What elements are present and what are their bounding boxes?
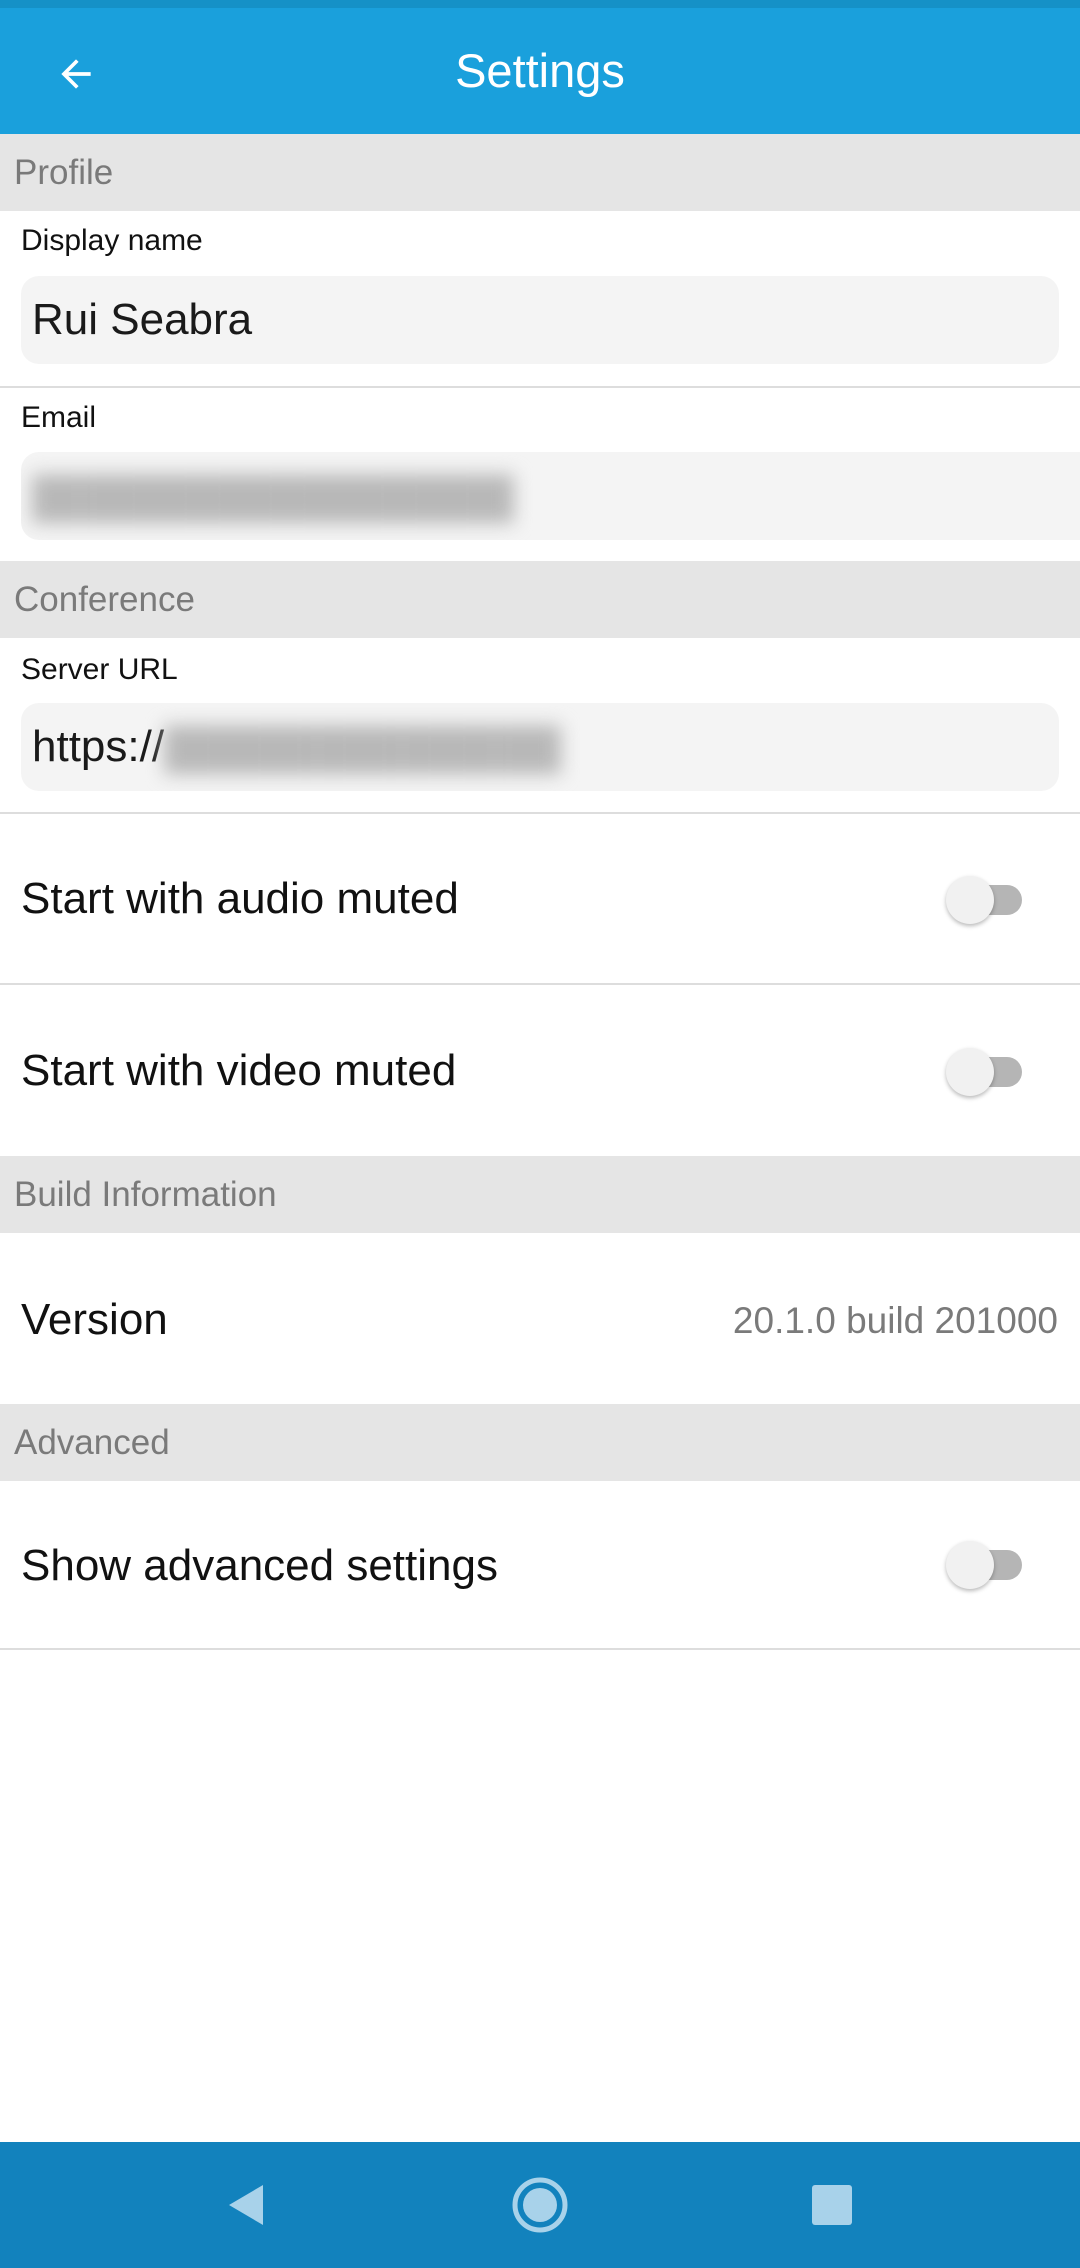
divider	[0, 812, 1080, 814]
nav-home-button[interactable]	[495, 2160, 585, 2250]
version-value: 20.1.0 build 201000	[732, 1300, 1058, 1341]
show-advanced-label: Show advanced settings	[21, 1541, 498, 1590]
section-header-conference: Conference	[0, 561, 1080, 638]
audio-muted-toggle[interactable]	[942, 870, 1032, 930]
version-label: Version	[21, 1295, 168, 1344]
display-name-label: Display name	[21, 224, 203, 257]
toggle-thumb	[946, 1048, 994, 1096]
triangle-back-icon	[229, 2185, 263, 2225]
email-label: Email	[21, 401, 97, 434]
section-title-conference: Conference	[14, 580, 195, 619]
section-header-profile: Profile	[0, 134, 1080, 211]
email-field[interactable]: █████████████████	[21, 452, 1080, 540]
video-muted-toggle[interactable]	[942, 1042, 1032, 1102]
section-title-advanced: Advanced	[14, 1423, 170, 1462]
video-muted-label: Start with video muted	[21, 1046, 457, 1095]
section-header-advanced: Advanced	[0, 1404, 1080, 1481]
section-header-build: Build Information	[0, 1156, 1080, 1233]
app-bar: Settings	[0, 8, 1080, 134]
server-url-label: Server URL	[21, 653, 178, 686]
nav-back-button[interactable]	[200, 2160, 290, 2250]
toggle-thumb	[946, 876, 994, 924]
square-recents-icon	[812, 2185, 852, 2225]
page-title: Settings	[455, 44, 625, 97]
toggle-thumb	[946, 1541, 994, 1589]
audio-muted-label: Start with audio muted	[21, 874, 459, 923]
show-advanced-toggle[interactable]	[942, 1535, 1032, 1595]
server-url-prefix: https://	[32, 722, 165, 771]
status-bar-strip	[0, 0, 1080, 8]
divider	[0, 386, 1080, 388]
email-value-blurred: █████████████████	[32, 476, 514, 521]
divider	[0, 1648, 1080, 1650]
nav-recents-button[interactable]	[787, 2160, 877, 2250]
circle-home-icon	[512, 2177, 568, 2233]
server-url-field[interactable]: https://██████████████	[21, 703, 1059, 791]
server-url-value-blurred: ██████████████	[164, 727, 561, 772]
system-nav-bar	[0, 2142, 1080, 2268]
section-title-profile: Profile	[14, 153, 114, 192]
divider	[0, 983, 1080, 985]
section-title-build: Build Information	[14, 1175, 277, 1214]
display-name-field[interactable]: Rui Seabra	[21, 276, 1059, 364]
